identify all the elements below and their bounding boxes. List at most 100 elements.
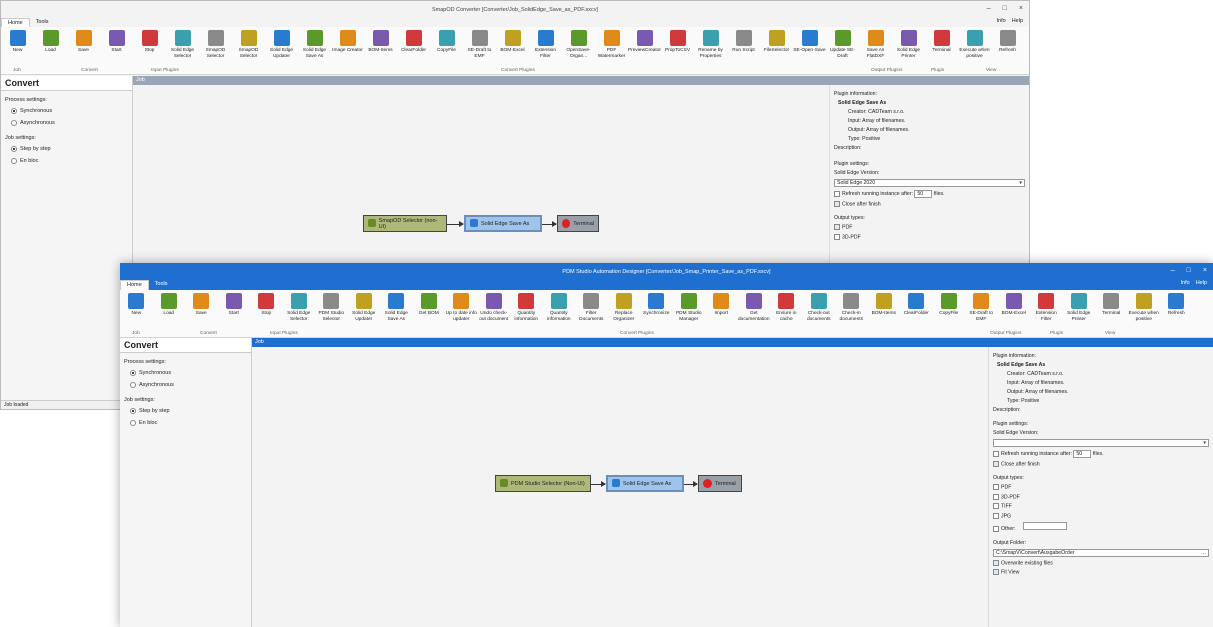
type-other-checkbox[interactable]: Other: [993, 521, 1209, 532]
type-pdf-checkbox[interactable]: PDF [834, 224, 1025, 231]
ribbon-button[interactable]: Quantity information [543, 293, 576, 322]
ribbon-button[interactable]: Solid Edge Selector [283, 293, 316, 322]
ribbon-button[interactable]: Check-in documents [835, 293, 868, 322]
ribbon-button[interactable]: Solid Edge Printer [892, 30, 925, 59]
ribbon-button[interactable]: SmapOD Selector [232, 30, 265, 59]
radio-asynchronous[interactable]: Asynchronous [120, 379, 251, 391]
minimize-icon[interactable]: – [1171, 267, 1175, 274]
ribbon-button[interactable]: Extension Filter [1030, 293, 1063, 322]
ribbon-button[interactable]: CopyFile [933, 293, 966, 317]
ribbon-button[interactable]: BOM-Excel [496, 30, 529, 54]
ribbon-button[interactable]: Stop [250, 293, 283, 317]
type-jpg-checkbox[interactable]: JPG [993, 512, 1209, 519]
ribbon-button[interactable]: ClearFolder [900, 293, 933, 317]
version-select[interactable]: ▾ [993, 439, 1209, 447]
ribbon-button[interactable]: Solid Edge Selector [166, 30, 199, 59]
ribbon-button[interactable]: Solid Edge Save As [380, 293, 413, 322]
ribbon-button[interactable]: Rename by Properties [694, 30, 727, 59]
node-save-as[interactable]: Solid Edge Save As [464, 215, 542, 232]
ribbon-button[interactable]: BOM-Items [868, 293, 901, 317]
ribbon-button[interactable]: Up to date info updater [445, 293, 478, 322]
radio-synchronous[interactable]: Synchronous [120, 367, 251, 379]
ribbon-button[interactable]: SE-Open-Save [793, 30, 826, 54]
maximize-icon[interactable]: □ [1003, 5, 1007, 12]
tab-tools[interactable]: Tools [149, 280, 174, 290]
ribbon-button[interactable]: Check-out documents [803, 293, 836, 322]
type-pdf-checkbox[interactable]: PDF [993, 484, 1209, 491]
tab-home[interactable]: Home [1, 18, 30, 27]
ribbon-button[interactable]: Get documentation [738, 293, 771, 322]
ribbon-button[interactable]: Solid Edge Save As [298, 30, 331, 59]
ribbon-button[interactable]: Execute when positive [1128, 293, 1161, 322]
ribbon-button[interactable]: Refresh [1160, 293, 1193, 317]
ribbon-button[interactable]: Terminal [925, 30, 958, 54]
type-tiff-checkbox[interactable]: TIFF [993, 503, 1209, 510]
info-link[interactable]: Info [1181, 280, 1190, 286]
help-link[interactable]: Help [1196, 280, 1207, 286]
ribbon-button[interactable]: PDM Studio Selector [315, 293, 348, 322]
ribbon-button[interactable]: Start [100, 30, 133, 54]
ribbon-button[interactable]: OpenSave-Organ... [562, 30, 595, 59]
refresh-count[interactable]: 50 [1073, 450, 1092, 458]
ribbon-button[interactable]: Save As FlatDXF [859, 30, 892, 59]
help-link[interactable]: Help [1012, 18, 1023, 24]
ribbon-button[interactable]: ClearFolder [397, 30, 430, 54]
ribbon-button[interactable]: BOM-Items [364, 30, 397, 54]
radio-en-bloc[interactable]: En bloc [120, 417, 251, 429]
refresh-setting[interactable]: Refresh running instance after: 50 files… [834, 190, 1025, 198]
ribbon-button[interactable]: Update SE-Draft [826, 30, 859, 59]
ribbon-button[interactable]: Refresh [991, 30, 1024, 54]
ribbon-button[interactable]: Execute when positive [958, 30, 991, 59]
radio-synchronous[interactable]: Synchronous [1, 105, 132, 117]
info-link[interactable]: Info [997, 18, 1006, 24]
tab-home[interactable]: Home [120, 280, 149, 290]
ribbon-button[interactable]: SE-Draft to EMF [965, 293, 998, 322]
ribbon-button[interactable]: Undo check-out document [478, 293, 511, 322]
ribbon-button[interactable]: Save [67, 30, 100, 54]
ribbon-button[interactable]: Replace Organizer [608, 293, 641, 322]
ribbon-button[interactable]: PDM Studio Manager [673, 293, 706, 322]
node-selector[interactable]: SmapOD Selector (non-UI) [363, 215, 447, 232]
ribbon-button[interactable]: Save [185, 293, 218, 317]
ribbon-button[interactable]: Load [153, 293, 186, 317]
close-after-finish-checkbox[interactable]: Close after finish [993, 461, 1209, 467]
ribbon-button[interactable]: Solid Edge Printer [1063, 293, 1096, 322]
ribbon-button[interactable]: Quantity information [510, 293, 543, 322]
radio-step-by-step[interactable]: Step by step [120, 405, 251, 417]
refresh-count[interactable]: 50 [914, 190, 933, 198]
ribbon-button[interactable]: Ensure in cache [770, 293, 803, 322]
ribbon-button[interactable]: Image Creator [331, 30, 364, 54]
ribbon-button[interactable]: CopyFile [430, 30, 463, 54]
node-terminal[interactable]: Terminal [557, 215, 599, 232]
node-selector[interactable]: PDM Studio Selector (Non-UI) [495, 475, 591, 492]
refresh-setting[interactable]: Refresh running instance after: 50 files… [993, 450, 1209, 458]
ribbon-button[interactable]: Filter Documents [575, 293, 608, 322]
node-terminal[interactable]: Terminal [698, 475, 742, 492]
close-icon[interactable]: × [1019, 5, 1023, 12]
tab-tools[interactable]: Tools [30, 18, 55, 27]
version-select[interactable]: Solid Edge 2020 ▾ [834, 179, 1025, 187]
ribbon-button[interactable]: Solid Edge Updater [265, 30, 298, 59]
overwrite-checkbox[interactable]: Overwrite existing files [993, 559, 1209, 566]
output-folder-input[interactable]: C:\SmapV\Convert\AusgabeOrder… [993, 548, 1209, 557]
radio-asynchronous[interactable]: Asynchronous [1, 117, 132, 129]
radio-en-bloc[interactable]: En bloc [1, 155, 132, 167]
ribbon-button[interactable]: Load [34, 30, 67, 54]
ribbon-button[interactable]: Get BOM [413, 293, 446, 317]
ribbon-button[interactable]: PDF Watermarker [595, 30, 628, 59]
other-input[interactable] [1022, 521, 1067, 530]
ribbon-button[interactable]: Import [705, 293, 738, 317]
ribbon-button[interactable]: Start [218, 293, 251, 317]
node-save-as[interactable]: Solid Edge Save As [606, 475, 684, 492]
close-icon[interactable]: × [1203, 267, 1207, 274]
ribbon-button[interactable]: PropToCSV [661, 30, 694, 54]
ribbon-button[interactable]: Run Script [727, 30, 760, 54]
fit-view-checkbox[interactable]: Fit View [993, 569, 1209, 576]
ribbon-button[interactable]: PreviewCreator [628, 30, 661, 54]
type-3dpdf-checkbox[interactable]: 3D-PDF [834, 233, 1025, 240]
type-3dpdf-checkbox[interactable]: 3D-PDF [993, 493, 1209, 500]
maximize-icon[interactable]: □ [1187, 267, 1191, 274]
ribbon-button[interactable]: SE-Draft to EMF [463, 30, 496, 59]
close-after-finish-checkbox[interactable]: Close after finish [834, 201, 1025, 207]
ribbon-button[interactable]: Synchronize [640, 293, 673, 317]
